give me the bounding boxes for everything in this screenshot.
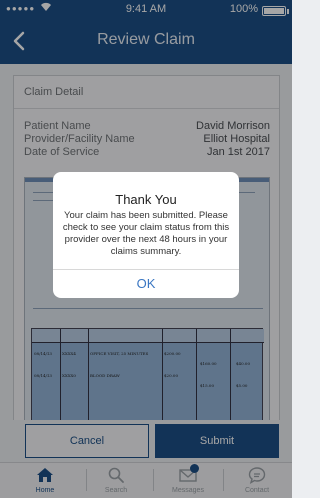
dialog-message: Your claim has been submitted. Please ch… [62, 210, 230, 257]
dialog-title: Thank You [115, 192, 177, 207]
ok-button[interactable]: OK [53, 270, 239, 298]
thank-you-dialog: Thank You Your claim has been submitted.… [53, 172, 239, 298]
modal-overlay[interactable]: Thank You Your claim has been submitted.… [0, 0, 292, 498]
